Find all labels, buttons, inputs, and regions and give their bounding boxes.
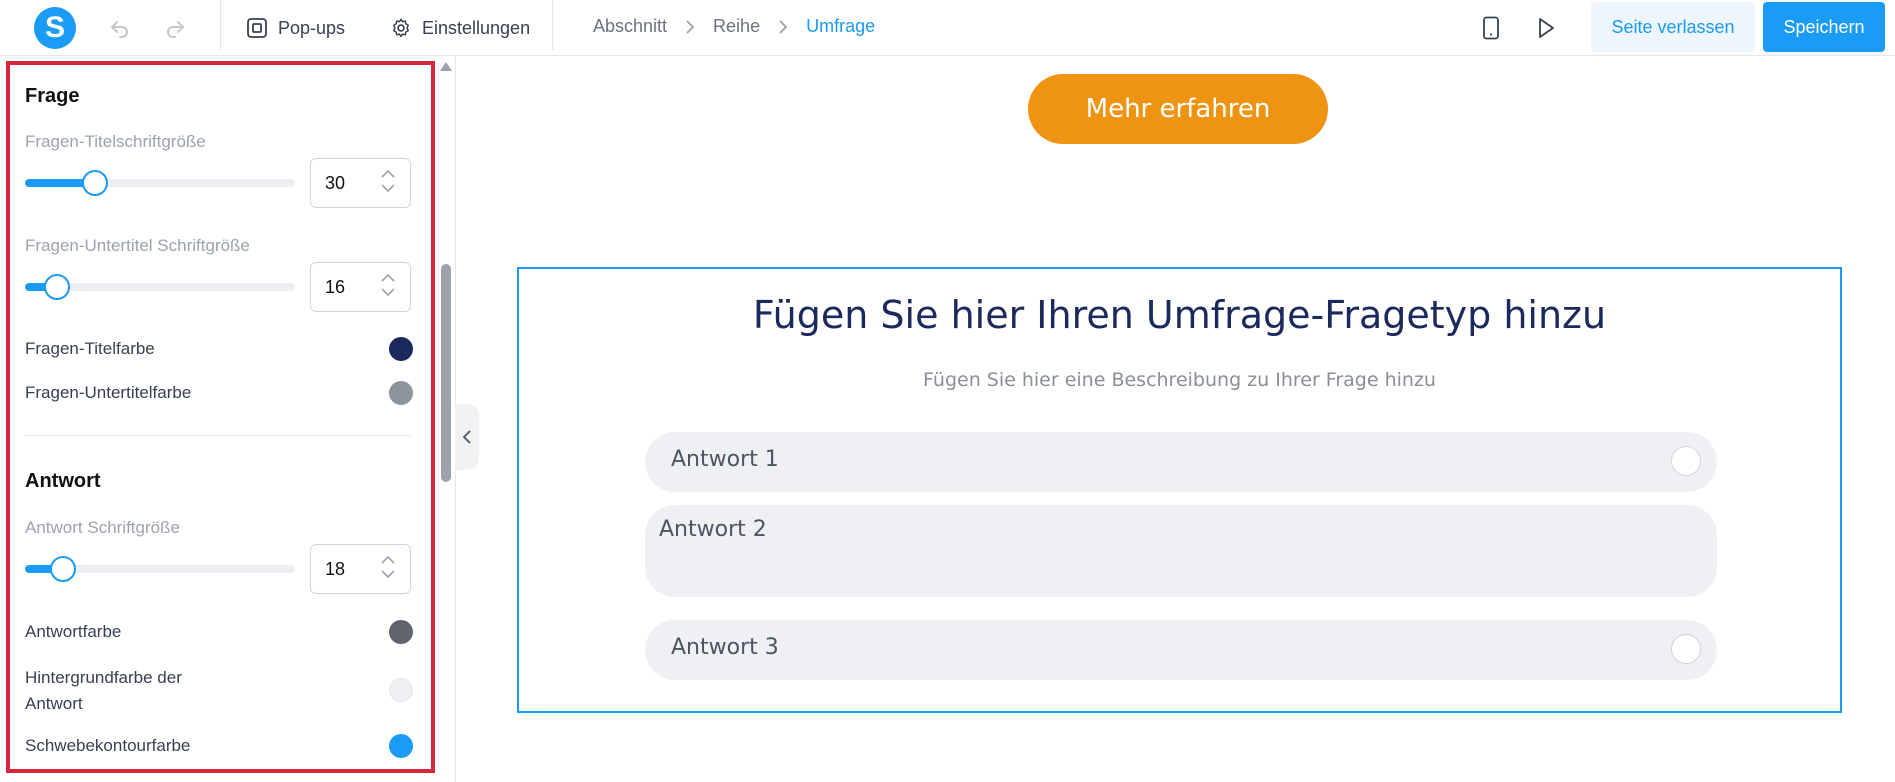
survey-block[interactable]: Fügen Sie hier Ihren Umfrage-Fragetyp hi…: [517, 267, 1842, 713]
slider-handle[interactable]: [44, 274, 71, 300]
answer-option-label: Antwort 3: [671, 635, 779, 660]
undo-icon[interactable]: [106, 14, 134, 42]
top-toolbar: S Pop-ups Einstellungen Abschnitt Reihe …: [0, 0, 1895, 56]
question-subtitle-size-slider[interactable]: [25, 274, 295, 300]
radio-button[interactable]: [1671, 446, 1701, 476]
save-button[interactable]: Speichern: [1763, 2, 1885, 52]
answer-font-size-slider[interactable]: [25, 556, 295, 582]
breadcrumb-item-row[interactable]: Reihe: [713, 16, 760, 37]
popups-button[interactable]: Pop-ups: [246, 14, 345, 42]
answer-font-size-label: Antwort Schriftgröße: [25, 518, 180, 537]
hover-outline-color-swatch[interactable]: [389, 734, 413, 758]
redo-icon[interactable]: [161, 14, 189, 42]
mobile-preview-icon[interactable]: [1477, 14, 1505, 42]
answer-option[interactable]: Antwort 3: [645, 620, 1717, 680]
radio-button[interactable]: [1671, 634, 1701, 664]
scrollbar-thumb[interactable]: [441, 264, 451, 482]
answer-color-swatch[interactable]: [389, 620, 413, 644]
leave-page-button[interactable]: Seite verlassen: [1591, 2, 1755, 52]
slider-handle[interactable]: [49, 556, 76, 582]
answer-option[interactable]: Antwort 1: [645, 432, 1717, 492]
question-subtitle-color-label: Fragen-Untertitelfarbe: [25, 383, 192, 402]
question-subtitle-color-swatch[interactable]: [389, 381, 413, 405]
answer-font-size-input[interactable]: 18: [310, 544, 411, 594]
survey-question-description[interactable]: Fügen Sie hier eine Beschreibung zu Ihre…: [519, 369, 1840, 391]
chevron-left-icon: [462, 429, 472, 445]
question-subtitle-size-input[interactable]: 16: [310, 262, 411, 312]
popups-label: Pop-ups: [278, 17, 346, 38]
input-value: 16: [325, 276, 346, 297]
stepper-icon[interactable]: [380, 169, 396, 193]
toolbar-divider: [552, 0, 553, 50]
breadcrumb-item-survey[interactable]: Umfrage: [806, 16, 875, 37]
learn-more-button[interactable]: Mehr erfahren: [1028, 74, 1328, 144]
answer-bg-color-label: Hintergrundfarbe der Antwort: [25, 668, 182, 713]
survey-question-title[interactable]: Fügen Sie hier Ihren Umfrage-Fragetyp hi…: [519, 293, 1840, 337]
gear-icon: [390, 17, 412, 39]
scroll-up-arrow-icon[interactable]: [440, 62, 452, 71]
section-title-question: Frage: [25, 85, 80, 107]
settings-button[interactable]: Einstellungen: [390, 14, 530, 42]
chevron-right-icon: [778, 19, 788, 35]
stepper-icon[interactable]: [380, 273, 396, 297]
settings-label: Einstellungen: [422, 17, 531, 38]
input-value: 30: [325, 172, 346, 193]
breadcrumb: Abschnitt Reihe Umfrage: [593, 16, 875, 37]
answer-color-label: Antwortfarbe: [25, 622, 122, 641]
answer-option-label: Antwort 2: [659, 517, 767, 542]
app-logo[interactable]: S: [34, 7, 76, 49]
slider-handle[interactable]: [82, 170, 109, 196]
answer-option[interactable]: Antwort 2: [645, 505, 1717, 597]
input-value: 18: [325, 558, 346, 579]
popup-icon: [246, 17, 268, 39]
section-divider: [25, 435, 411, 436]
answer-option-label: Antwort 1: [671, 447, 779, 472]
chevron-right-icon: [685, 19, 695, 35]
toolbar-divider: [220, 0, 221, 50]
question-title-size-label: Fragen-Titelschriftgröße: [25, 132, 206, 151]
question-title-size-input[interactable]: 30: [310, 158, 411, 208]
question-subtitle-size-label: Fragen-Untertitel Schriftgröße: [25, 236, 250, 255]
stepper-icon[interactable]: [380, 555, 396, 579]
play-icon[interactable]: [1532, 14, 1560, 42]
hover-outline-color-label: Schwebekontourfarbe: [25, 736, 191, 755]
question-title-color-label: Fragen-Titelfarbe: [25, 339, 155, 358]
question-title-size-slider[interactable]: [25, 170, 295, 196]
question-title-color-swatch[interactable]: [389, 337, 413, 361]
style-settings-panel: Frage Fragen-Titelschriftgröße 30 Fragen…: [6, 61, 435, 773]
section-title-answer: Antwort: [25, 470, 101, 492]
breadcrumb-item-section[interactable]: Abschnitt: [593, 16, 667, 37]
answer-bg-color-swatch[interactable]: [389, 678, 413, 702]
collapse-panel-button[interactable]: [455, 404, 479, 470]
